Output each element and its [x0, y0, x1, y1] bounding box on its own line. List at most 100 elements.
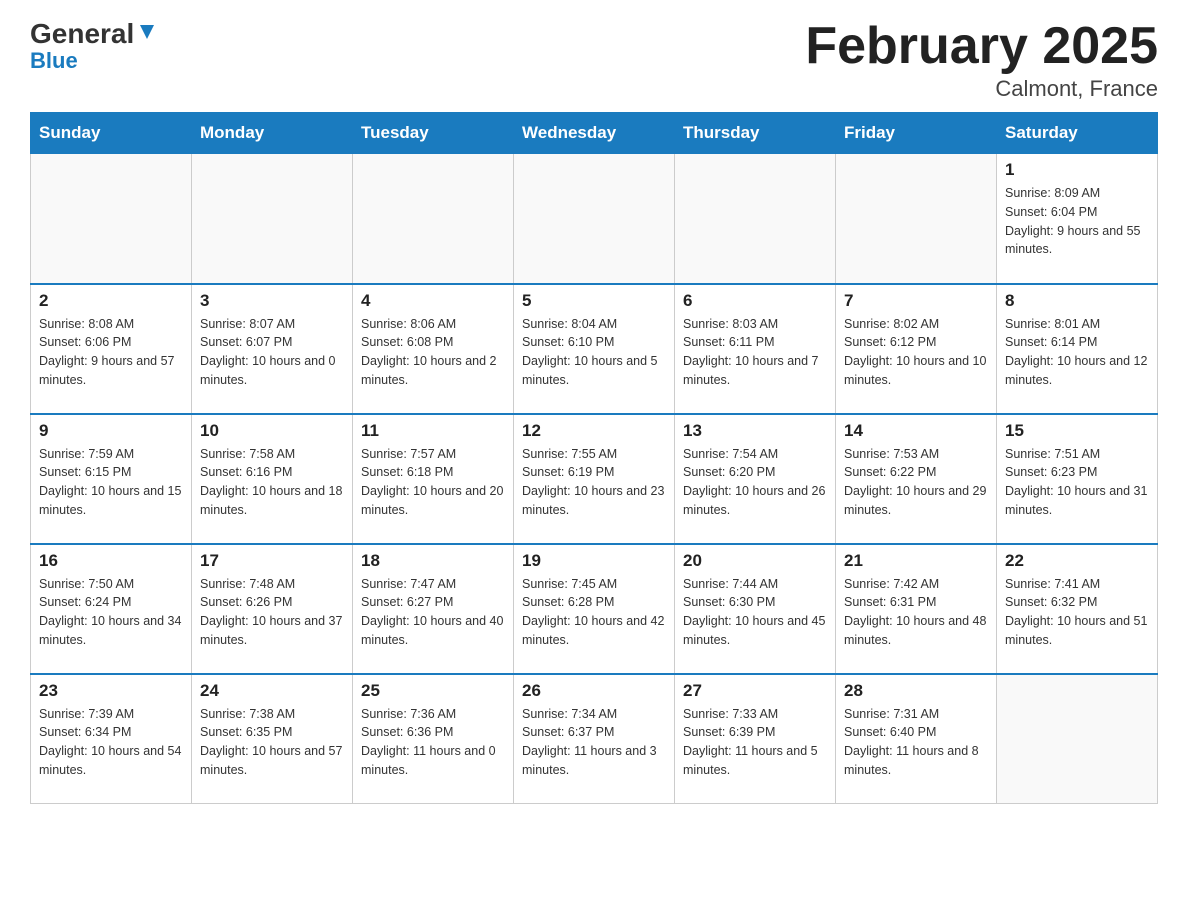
- day-number: 15: [1005, 421, 1149, 441]
- logo-arrow-icon: [136, 21, 158, 43]
- calendar-cell: 22 Sunrise: 7:41 AMSunset: 6:32 PMDayligh…: [997, 544, 1158, 674]
- calendar-cell: 6 Sunrise: 8:03 AMSunset: 6:11 PMDaylight…: [675, 284, 836, 414]
- calendar-week-row: 23 Sunrise: 7:39 AMSunset: 6:34 PMDayligh…: [31, 674, 1158, 804]
- day-info: Sunrise: 7:47 AMSunset: 6:27 PMDaylight:…: [361, 575, 505, 650]
- day-number: 28: [844, 681, 988, 701]
- day-info: Sunrise: 7:57 AMSunset: 6:18 PMDaylight:…: [361, 445, 505, 520]
- calendar-cell: [192, 154, 353, 284]
- day-info: Sunrise: 7:58 AMSunset: 6:16 PMDaylight:…: [200, 445, 344, 520]
- day-info: Sunrise: 7:53 AMSunset: 6:22 PMDaylight:…: [844, 445, 988, 520]
- day-number: 4: [361, 291, 505, 311]
- day-info: Sunrise: 7:38 AMSunset: 6:35 PMDaylight:…: [200, 705, 344, 780]
- day-info: Sunrise: 8:06 AMSunset: 6:08 PMDaylight:…: [361, 315, 505, 390]
- calendar-cell: 24 Sunrise: 7:38 AMSunset: 6:35 PMDayligh…: [192, 674, 353, 804]
- day-number: 20: [683, 551, 827, 571]
- header-tuesday: Tuesday: [353, 113, 514, 154]
- day-number: 5: [522, 291, 666, 311]
- day-number: 10: [200, 421, 344, 441]
- day-info: Sunrise: 8:01 AMSunset: 6:14 PMDaylight:…: [1005, 315, 1149, 390]
- day-info: Sunrise: 7:54 AMSunset: 6:20 PMDaylight:…: [683, 445, 827, 520]
- calendar-cell: 7 Sunrise: 8:02 AMSunset: 6:12 PMDaylight…: [836, 284, 997, 414]
- day-number: 8: [1005, 291, 1149, 311]
- location-text: Calmont, France: [805, 76, 1158, 102]
- day-number: 2: [39, 291, 183, 311]
- calendar-cell: 19Sunrise: 7:45 AMSunset: 6:28 PMDayligh…: [514, 544, 675, 674]
- day-info: Sunrise: 7:42 AMSunset: 6:31 PMDaylight:…: [844, 575, 988, 650]
- header-sunday: Sunday: [31, 113, 192, 154]
- calendar-cell: 4 Sunrise: 8:06 AMSunset: 6:08 PMDaylight…: [353, 284, 514, 414]
- day-info: Sunrise: 8:07 AMSunset: 6:07 PMDaylight:…: [200, 315, 344, 390]
- calendar-cell: 10 Sunrise: 7:58 AMSunset: 6:16 PMDayligh…: [192, 414, 353, 544]
- calendar-cell: 21 Sunrise: 7:42 AMSunset: 6:31 PMDayligh…: [836, 544, 997, 674]
- calendar-cell: 15Sunrise: 7:51 AMSunset: 6:23 PMDayligh…: [997, 414, 1158, 544]
- day-info: Sunrise: 8:08 AMSunset: 6:06 PMDaylight:…: [39, 315, 183, 390]
- day-number: 21: [844, 551, 988, 571]
- day-number: 1: [1005, 160, 1149, 180]
- day-info: Sunrise: 7:48 AMSunset: 6:26 PMDaylight:…: [200, 575, 344, 650]
- day-number: 11: [361, 421, 505, 441]
- calendar-week-row: 9 Sunrise: 7:59 AMSunset: 6:15 PMDaylight…: [31, 414, 1158, 544]
- calendar-week-row: 16 Sunrise: 7:50 AMSunset: 6:24 PMDayligh…: [31, 544, 1158, 674]
- day-number: 14: [844, 421, 988, 441]
- calendar-table: SundayMondayTuesdayWednesdayThursdayFrid…: [30, 112, 1158, 804]
- title-section: February 2025 Calmont, France: [805, 20, 1158, 102]
- day-number: 17: [200, 551, 344, 571]
- day-number: 22: [1005, 551, 1149, 571]
- calendar-cell: 9 Sunrise: 7:59 AMSunset: 6:15 PMDaylight…: [31, 414, 192, 544]
- calendar-cell: 8 Sunrise: 8:01 AMSunset: 6:14 PMDaylight…: [997, 284, 1158, 414]
- month-title: February 2025: [805, 20, 1158, 72]
- header-friday: Friday: [836, 113, 997, 154]
- day-number: 9: [39, 421, 183, 441]
- calendar-cell: [836, 154, 997, 284]
- day-number: 6: [683, 291, 827, 311]
- logo: General Blue: [30, 20, 158, 74]
- day-info: Sunrise: 8:03 AMSunset: 6:11 PMDaylight:…: [683, 315, 827, 390]
- calendar-cell: [31, 154, 192, 284]
- calendar-cell: 2 Sunrise: 8:08 AMSunset: 6:06 PMDaylight…: [31, 284, 192, 414]
- day-number: 7: [844, 291, 988, 311]
- calendar-cell: 14 Sunrise: 7:53 AMSunset: 6:22 PMDayligh…: [836, 414, 997, 544]
- calendar-cell: 28Sunrise: 7:31 AMSunset: 6:40 PMDayligh…: [836, 674, 997, 804]
- day-info: Sunrise: 7:33 AMSunset: 6:39 PMDaylight:…: [683, 705, 827, 780]
- page-header: General Blue February 2025 Calmont, Fran…: [30, 20, 1158, 102]
- header-monday: Monday: [192, 113, 353, 154]
- day-number: 12: [522, 421, 666, 441]
- calendar-cell: 12Sunrise: 7:55 AMSunset: 6:19 PMDayligh…: [514, 414, 675, 544]
- calendar-cell: 3 Sunrise: 8:07 AMSunset: 6:07 PMDaylight…: [192, 284, 353, 414]
- day-number: 25: [361, 681, 505, 701]
- day-number: 19: [522, 551, 666, 571]
- day-number: 16: [39, 551, 183, 571]
- calendar-cell: 17 Sunrise: 7:48 AMSunset: 6:26 PMDayligh…: [192, 544, 353, 674]
- day-number: 13: [683, 421, 827, 441]
- calendar-cell: 25 Sunrise: 7:36 AMSunset: 6:36 PMDayligh…: [353, 674, 514, 804]
- calendar-cell: 16 Sunrise: 7:50 AMSunset: 6:24 PMDayligh…: [31, 544, 192, 674]
- calendar-cell: 27 Sunrise: 7:33 AMSunset: 6:39 PMDayligh…: [675, 674, 836, 804]
- header-thursday: Thursday: [675, 113, 836, 154]
- day-info: Sunrise: 8:02 AMSunset: 6:12 PMDaylight:…: [844, 315, 988, 390]
- logo-blue-text: Blue: [30, 48, 78, 73]
- day-info: Sunrise: 7:59 AMSunset: 6:15 PMDaylight:…: [39, 445, 183, 520]
- day-info: Sunrise: 7:41 AMSunset: 6:32 PMDaylight:…: [1005, 575, 1149, 650]
- day-number: 18: [361, 551, 505, 571]
- day-number: 26: [522, 681, 666, 701]
- day-number: 23: [39, 681, 183, 701]
- day-number: 27: [683, 681, 827, 701]
- day-info: Sunrise: 7:39 AMSunset: 6:34 PMDaylight:…: [39, 705, 183, 780]
- calendar-cell: 1Sunrise: 8:09 AMSunset: 6:04 PMDaylight…: [997, 154, 1158, 284]
- calendar-cell: 20 Sunrise: 7:44 AMSunset: 6:30 PMDayligh…: [675, 544, 836, 674]
- day-number: 3: [200, 291, 344, 311]
- day-info: Sunrise: 7:44 AMSunset: 6:30 PMDaylight:…: [683, 575, 827, 650]
- calendar-cell: 11 Sunrise: 7:57 AMSunset: 6:18 PMDayligh…: [353, 414, 514, 544]
- calendar-header-row: SundayMondayTuesdayWednesdayThursdayFrid…: [31, 113, 1158, 154]
- logo-general-text: General: [30, 20, 134, 48]
- calendar-cell: 13 Sunrise: 7:54 AMSunset: 6:20 PMDayligh…: [675, 414, 836, 544]
- day-info: Sunrise: 7:50 AMSunset: 6:24 PMDaylight:…: [39, 575, 183, 650]
- header-wednesday: Wednesday: [514, 113, 675, 154]
- day-info: Sunrise: 7:36 AMSunset: 6:36 PMDaylight:…: [361, 705, 505, 780]
- calendar-cell: [675, 154, 836, 284]
- day-number: 24: [200, 681, 344, 701]
- calendar-cell: 26Sunrise: 7:34 AMSunset: 6:37 PMDayligh…: [514, 674, 675, 804]
- calendar-week-row: 1Sunrise: 8:09 AMSunset: 6:04 PMDaylight…: [31, 154, 1158, 284]
- calendar-cell: [514, 154, 675, 284]
- calendar-cell: 18 Sunrise: 7:47 AMSunset: 6:27 PMDayligh…: [353, 544, 514, 674]
